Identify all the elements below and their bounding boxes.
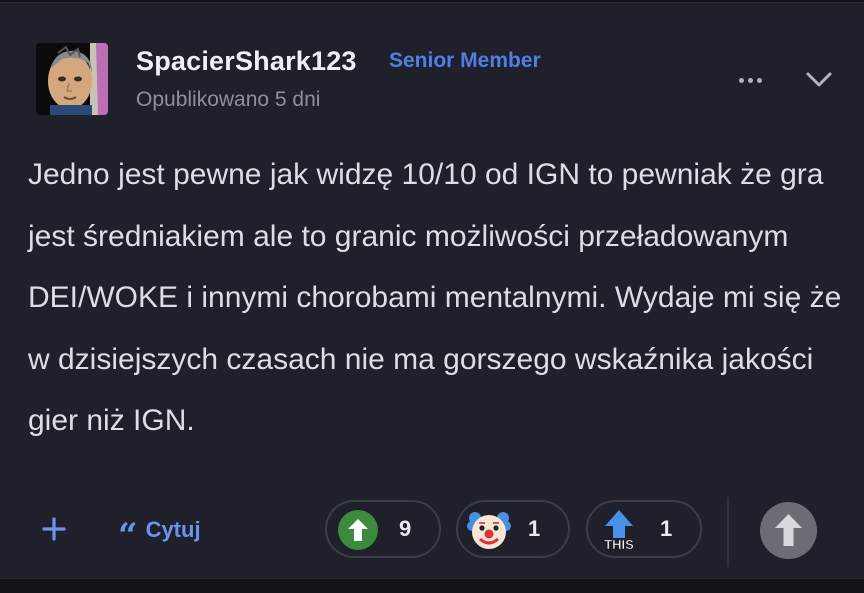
upvote-button[interactable]	[760, 502, 817, 559]
reaction-count: 1	[660, 516, 673, 541]
clown-face-icon	[467, 508, 511, 552]
quote-icon: “	[118, 516, 138, 556]
member-role-badge: Senior Member	[389, 49, 541, 72]
reaction-clown-button[interactable]: 1	[456, 500, 570, 558]
plus-icon[interactable]	[38, 513, 70, 545]
reaction-this-button[interactable]: THIS 1	[586, 500, 702, 558]
forum-post: SpacierShark123 Senior Member Opublikowa…	[0, 2, 864, 579]
chevron-down-icon[interactable]	[800, 63, 838, 97]
post-timestamp[interactable]: Opublikowano 5 dni	[136, 88, 320, 112]
quote-label: Cytuj	[145, 517, 201, 542]
reaction-count: 1	[528, 516, 541, 541]
more-options-icon[interactable]	[734, 65, 768, 95]
avatar[interactable]	[36, 43, 108, 115]
green-up-arrow-icon	[336, 508, 380, 552]
reaction-count: 9	[399, 516, 412, 541]
reaction-upvote-button[interactable]: 9	[325, 500, 441, 558]
divider	[727, 497, 729, 567]
avatar-image	[36, 43, 108, 115]
this-label: THIS	[604, 537, 634, 552]
this-arrow-icon: THIS	[597, 508, 641, 552]
username[interactable]: SpacierShark123	[136, 46, 357, 77]
post-body: Jedno jest pewne jak widzę 10/10 od IGN …	[28, 158, 842, 437]
quote-button[interactable]: “ Cytuj	[118, 513, 201, 553]
up-arrow-icon	[775, 514, 802, 546]
